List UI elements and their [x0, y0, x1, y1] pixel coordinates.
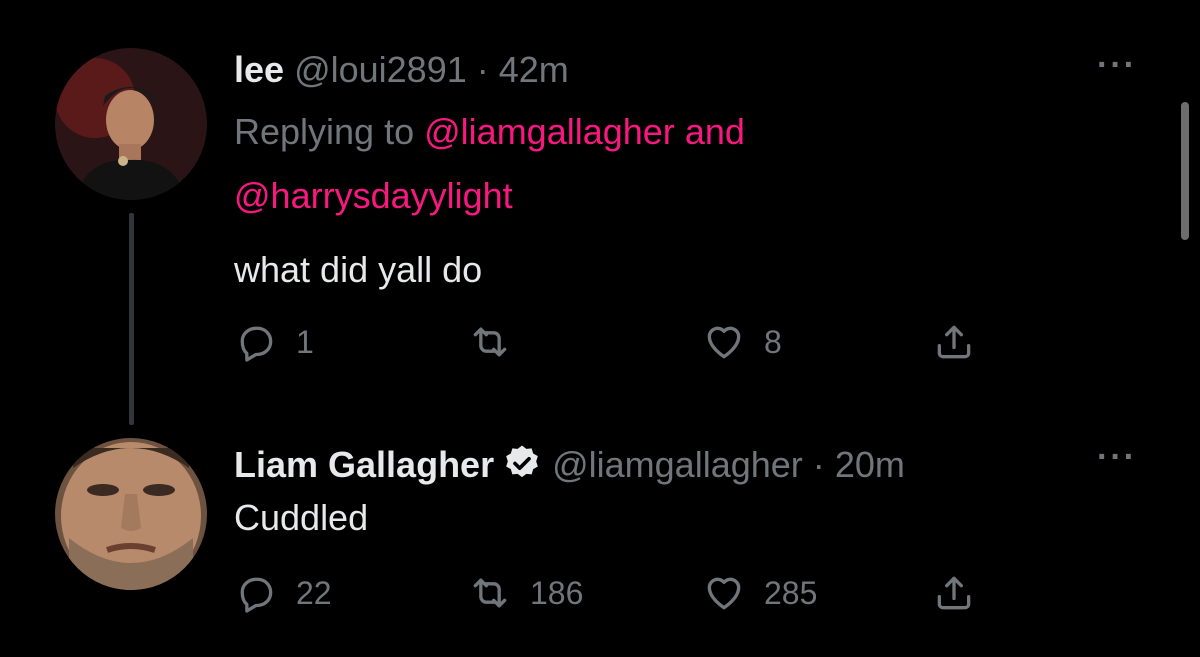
share-button[interactable]: [932, 568, 976, 618]
tweet-text: what did yall do: [234, 249, 483, 290]
display-name[interactable]: Liam Gallagher: [234, 444, 494, 485]
dot-separator: ·: [812, 444, 825, 485]
reply-count: 1: [296, 323, 314, 360]
avatar-liam-gallagher-image: [55, 438, 207, 590]
share-icon: [937, 325, 971, 359]
reply-icon: [240, 577, 273, 613]
heart-icon: [707, 577, 741, 610]
replying-to-label: Replying to: [234, 111, 415, 152]
avatar-lee-image: [55, 48, 207, 200]
avatar-lee[interactable]: [55, 48, 207, 200]
reply-count: 22: [296, 574, 332, 611]
tweet-1-header: lee @loui2891 · 42m: [234, 52, 569, 88]
like-button[interactable]: 285: [702, 568, 817, 618]
timestamp[interactable]: 20m: [835, 444, 905, 485]
replying-joiner: and: [684, 111, 745, 152]
dot-separator: ·: [476, 49, 489, 90]
scrollbar[interactable]: [1181, 102, 1189, 240]
retweet-icon: [473, 327, 507, 357]
replying-to-line-cont: @harrysdayylight: [234, 178, 513, 214]
replying-to-line: Replying to @liamgallagher and: [234, 114, 745, 150]
mention-link[interactable]: @harrysdayylight: [234, 175, 513, 216]
retweet-count: 186: [530, 574, 584, 611]
verified-badge-icon: [502, 443, 542, 483]
like-count: 285: [764, 574, 818, 611]
retweet-button[interactable]: [468, 317, 530, 367]
reply-button[interactable]: 22: [234, 568, 332, 618]
tweet-2-header: Liam Gallagher @liamgallagher · 20m: [234, 443, 905, 483]
timestamp[interactable]: 42m: [499, 49, 569, 90]
retweet-button[interactable]: 186: [468, 568, 583, 618]
reply-button[interactable]: 1: [234, 317, 314, 367]
display-name[interactable]: lee: [234, 49, 284, 90]
reply-icon: [240, 326, 273, 362]
heart-icon: [707, 326, 741, 359]
more-options-icon[interactable]: ···: [1097, 440, 1137, 474]
avatar-liam-gallagher[interactable]: [55, 438, 207, 590]
thread-connector-line: [129, 213, 134, 425]
user-handle[interactable]: @loui2891: [294, 49, 467, 90]
share-icon: [937, 576, 971, 610]
share-button[interactable]: [932, 317, 976, 367]
tweet-text: Cuddled: [234, 497, 369, 538]
retweet-icon: [473, 578, 507, 608]
more-options-icon[interactable]: ···: [1097, 48, 1137, 82]
like-button[interactable]: 8: [702, 317, 782, 367]
user-handle[interactable]: @liamgallagher: [552, 444, 803, 485]
mention-link[interactable]: @liamgallagher: [424, 111, 675, 152]
like-count: 8: [764, 323, 782, 360]
